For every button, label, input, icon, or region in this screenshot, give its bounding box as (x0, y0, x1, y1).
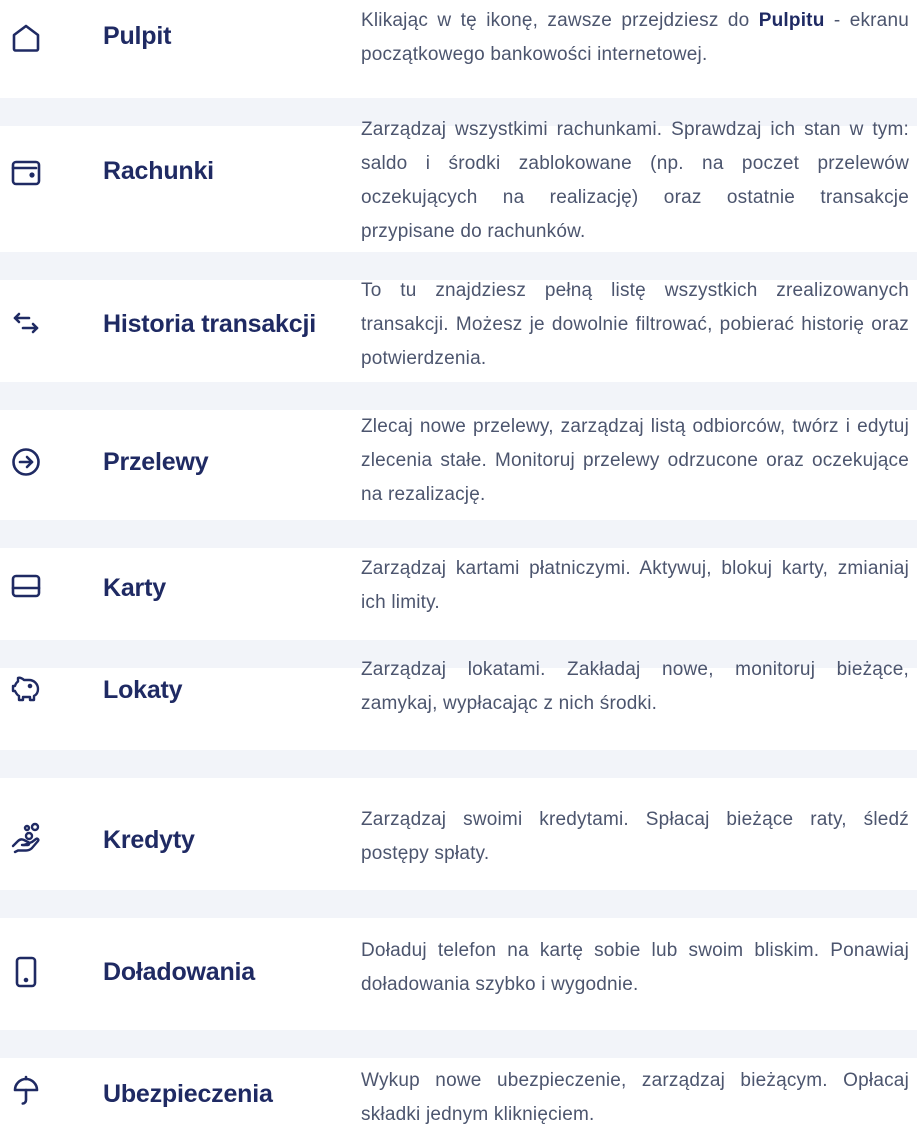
item-description-lokaty: Zarządzaj lokatami. Zakładaj nowe, monit… (361, 659, 909, 714)
item-description-ubezpieczenia: Wykup nowe ubezpieczenie, zarządzaj bież… (361, 1070, 909, 1125)
item-description-karty: Zarządzaj kartami płatniczymi. Aktywuj, … (361, 558, 909, 613)
divider (0, 382, 917, 410)
item-description-pulpit: Klikając w tę ikonę, zawsze przejdziesz … (361, 10, 909, 65)
menu-legend: Pulpit Klikając w tę ikonę, zawsze przej… (0, 0, 917, 1131)
home-icon (10, 22, 42, 54)
arrows-left-right-icon (10, 307, 42, 339)
umbrella-icon (10, 1074, 42, 1106)
divider (0, 890, 917, 918)
pulpit-bold-text: Pulpitu (758, 10, 825, 31)
item-label-ubezpieczenia: Ubezpieczenia (103, 1080, 273, 1108)
item-label-przelewy: Przelewy (103, 448, 209, 476)
item-description-historia-transakcji: To tu znajdziesz pełną listę wszystkich … (361, 280, 909, 369)
item-label-lokaty: Lokaty (103, 676, 183, 704)
item-label-pulpit: Pulpit (103, 22, 172, 50)
hand-coins-icon (10, 822, 42, 854)
item-description-przelewy: Zlecaj nowe przelewy, zarządzaj listą od… (361, 416, 909, 505)
phone-icon (10, 956, 42, 988)
item-label-kredyty: Kredyty (103, 826, 195, 854)
item-label-historia-transakcji: Historia transakcji (103, 310, 316, 338)
divider (0, 750, 917, 778)
item-description-kredyty: Zarządzaj swoimi kredytami. Spłacaj bież… (361, 809, 909, 864)
item-label-doladowania: Doładowania (103, 958, 255, 986)
item-label-rachunki: Rachunki (103, 157, 214, 185)
wallet-icon (10, 157, 42, 189)
piggy-bank-icon (10, 672, 42, 704)
divider (0, 1030, 917, 1058)
item-label-karty: Karty (103, 574, 166, 602)
item-description-rachunki: Zarządzaj wszystkimi rachunkami. Sprawdz… (361, 119, 909, 242)
card-icon (10, 570, 42, 602)
divider (0, 520, 917, 548)
arrow-circle-right-icon (10, 446, 42, 478)
item-description-doladowania: Doładuj telefon na kartę sobie lub swoim… (361, 940, 909, 995)
